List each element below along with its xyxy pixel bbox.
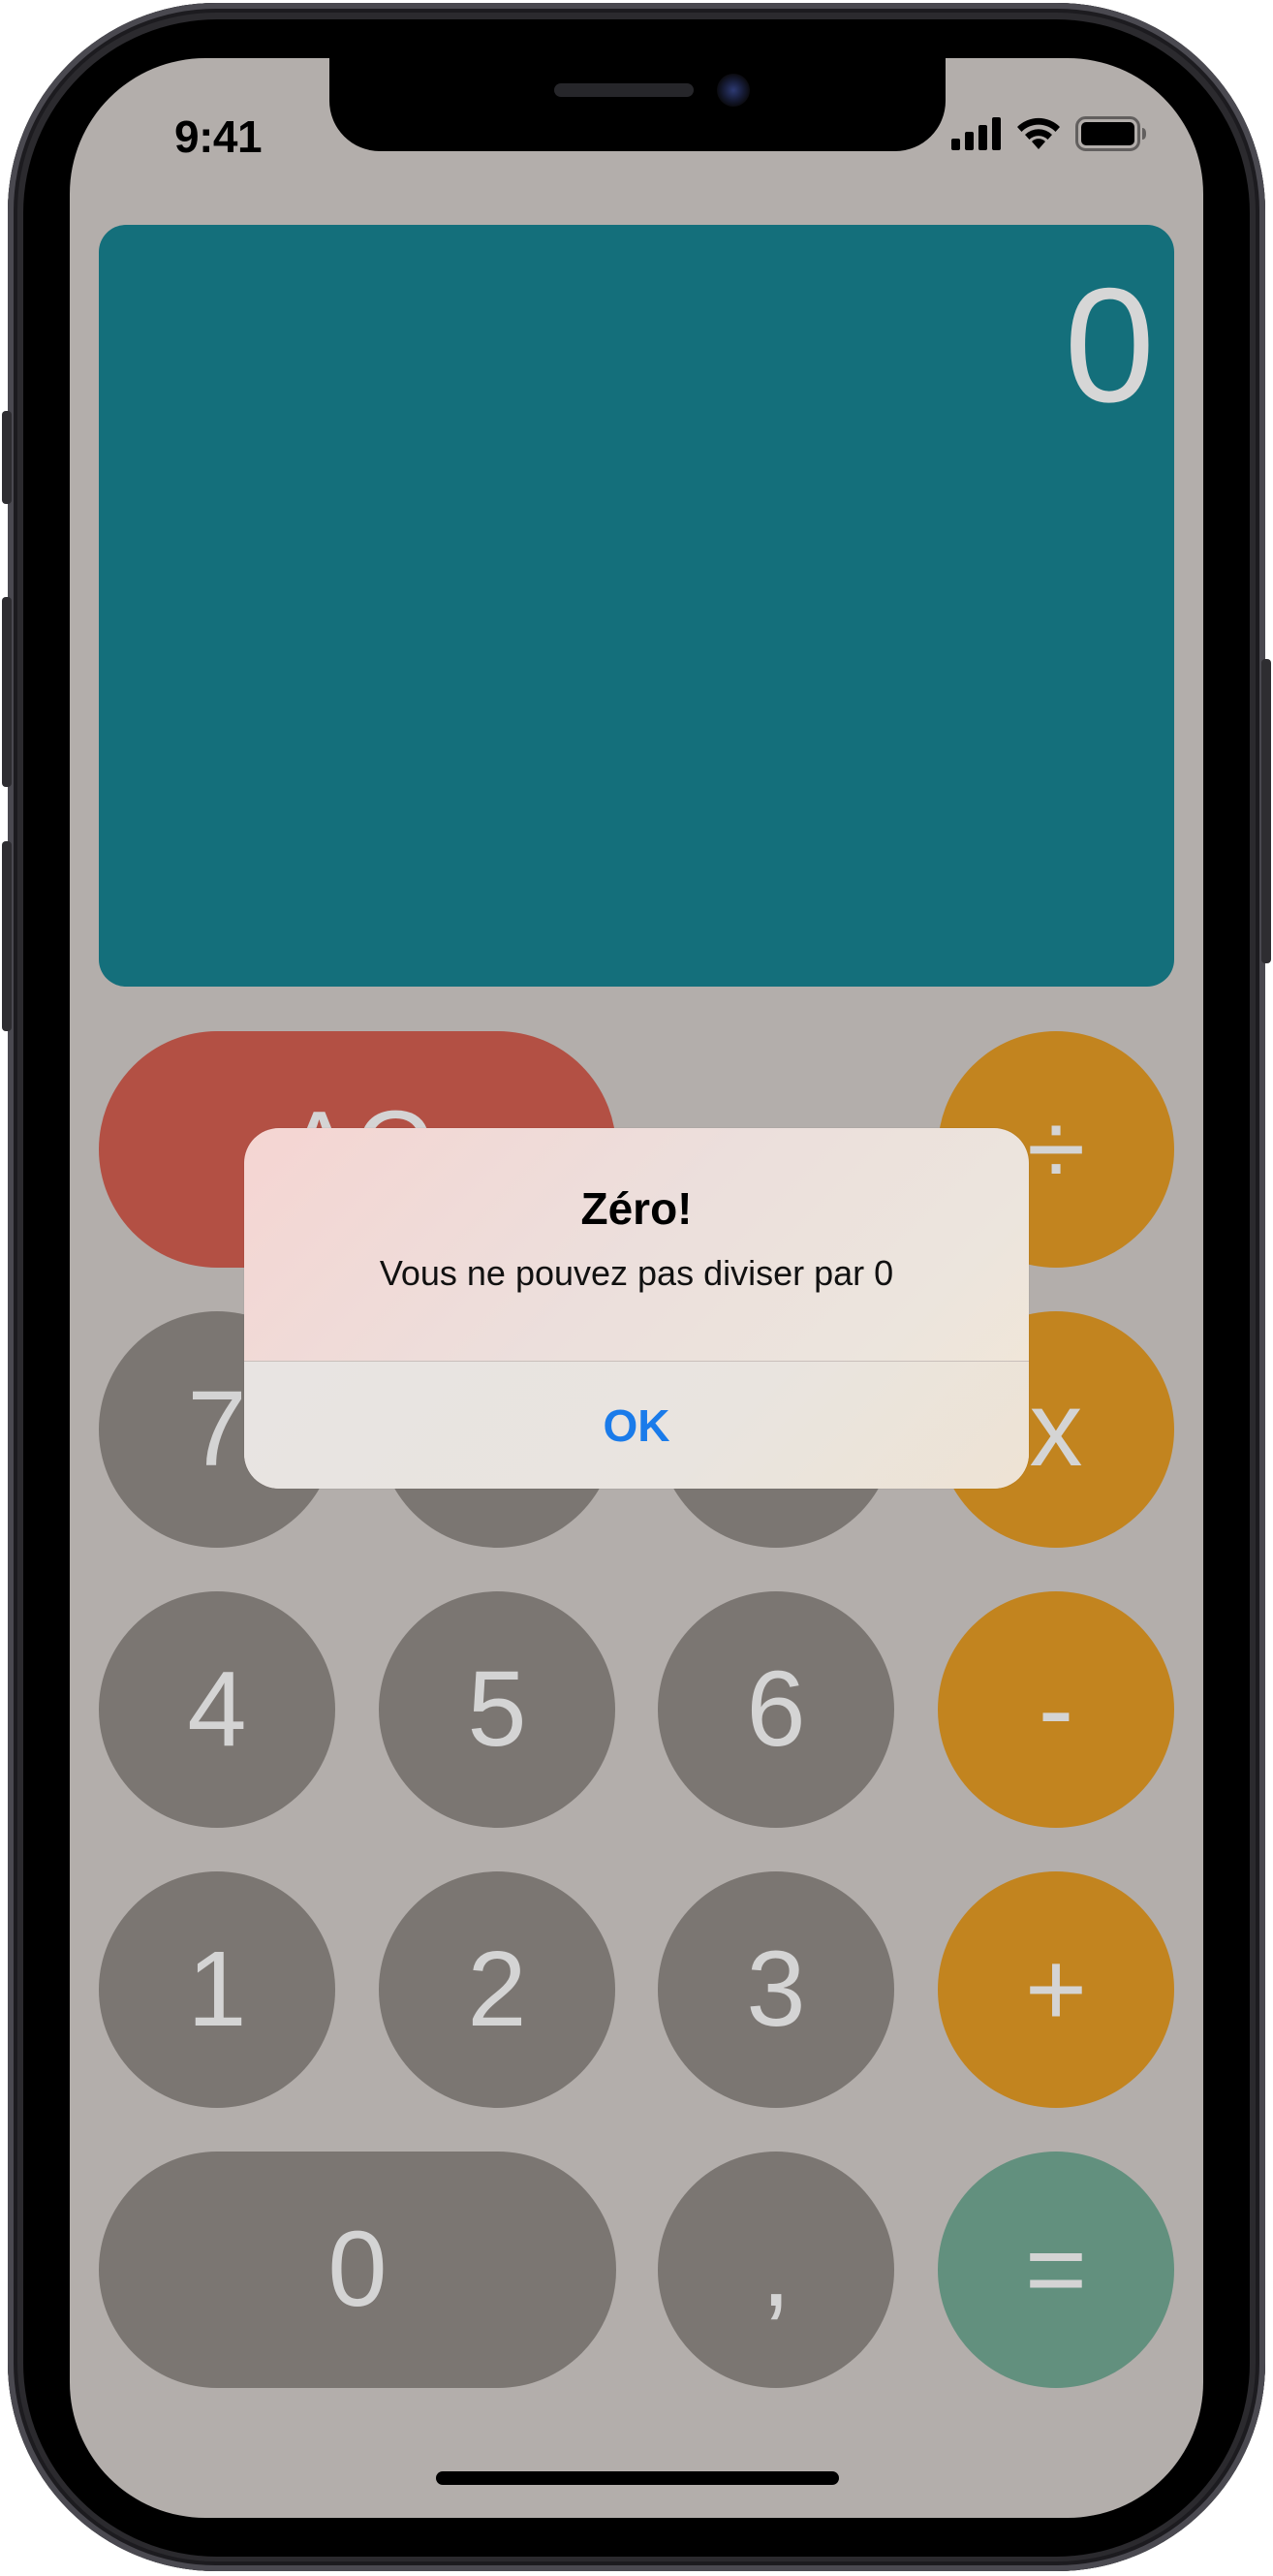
multiply-button-label: x [1029, 1369, 1083, 1489]
division-by-zero-alert: Zéro! Vous ne pouvez pas diviser par 0 O… [244, 1128, 1029, 1489]
add-button-label: + [1024, 1930, 1088, 2049]
digit-2-label: 2 [467, 1930, 527, 2049]
decimal-button-label: , [761, 2210, 792, 2329]
digit-7-label: 7 [187, 1369, 247, 1489]
equals-button[interactable]: = [938, 2152, 1174, 2388]
digit-1-label: 1 [187, 1930, 247, 2049]
digit-1-button[interactable]: 1 [99, 1871, 335, 2108]
alert-ok-button[interactable]: OK [244, 1362, 1029, 1489]
digit-2-button[interactable]: 2 [379, 1871, 615, 2108]
device-stage: 9:41 0 ÷ 7 x 4 5 6 - 1 2 3 + 0 , = Zéro!… [0, 0, 1273, 2576]
equals-button-label: = [1024, 2210, 1088, 2329]
cellular-signal-icon [951, 117, 1001, 150]
wifi-icon [1017, 117, 1060, 149]
subtract-button[interactable]: - [938, 1591, 1174, 1828]
calculator-display: 0 [99, 225, 1174, 987]
status-time: 9:41 [174, 111, 263, 162]
digit-3-button[interactable]: 3 [658, 1871, 894, 2108]
volume-up-button [2, 597, 12, 787]
digit-6-button[interactable]: 6 [658, 1591, 894, 1828]
digit-5-button[interactable]: 5 [379, 1591, 615, 1828]
silent-switch [2, 411, 12, 504]
digit-5-label: 5 [467, 1649, 527, 1769]
subtract-button-label: - [1038, 1649, 1074, 1769]
front-camera [717, 74, 750, 107]
digit-4-label: 4 [187, 1649, 247, 1769]
digit-0-label: 0 [327, 2210, 388, 2329]
power-button [1261, 659, 1271, 963]
digit-4-button[interactable]: 4 [99, 1591, 335, 1828]
speaker-grille [554, 83, 694, 97]
digit-6-label: 6 [746, 1649, 806, 1769]
digit-0-button[interactable]: 0 [99, 2152, 616, 2388]
alert-title: Zéro! [580, 1183, 693, 1234]
add-button[interactable]: + [938, 1871, 1174, 2108]
display-value: 0 [1064, 254, 1155, 436]
volume-down-button [2, 841, 12, 1031]
status-icons [951, 114, 1147, 153]
notch [329, 58, 946, 151]
home-indicator[interactable] [436, 2471, 839, 2485]
decimal-button[interactable]: , [658, 2152, 894, 2388]
alert-message: Vous ne pouvez pas diviser par 0 [379, 1253, 894, 1293]
app-screen: 9:41 0 ÷ 7 x 4 5 6 - 1 2 3 + 0 , = Zéro!… [70, 58, 1203, 2518]
digit-3-label: 3 [746, 1930, 806, 2049]
battery-icon [1075, 116, 1146, 151]
divide-button-label: ÷ [1026, 1089, 1086, 1209]
